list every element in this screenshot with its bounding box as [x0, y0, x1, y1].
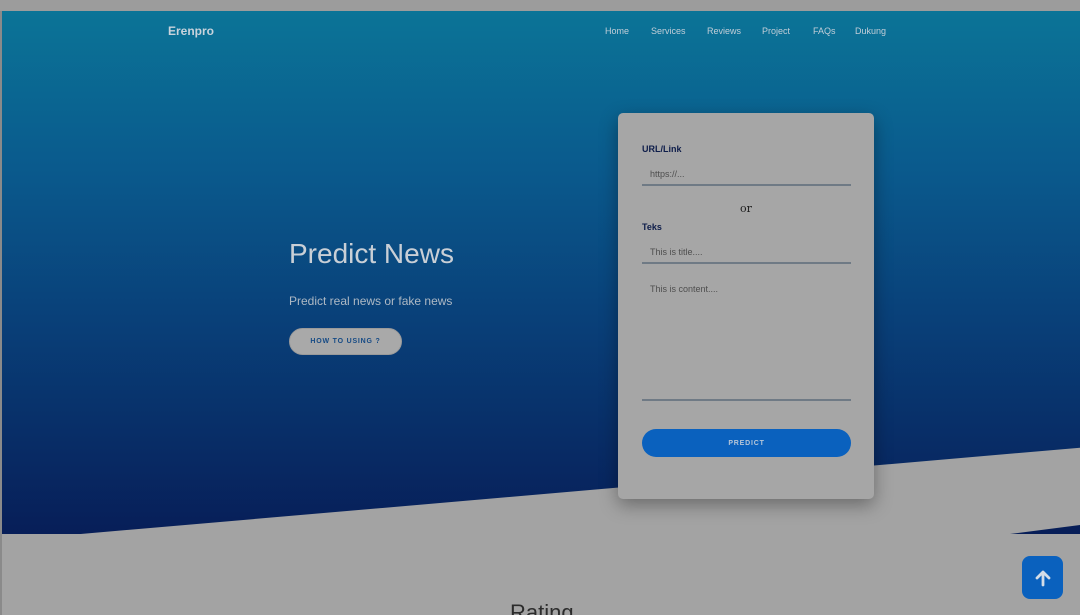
- page-left-border: [0, 11, 2, 615]
- rating-heading: Rating: [510, 600, 574, 615]
- how-to-use-button[interactable]: HOW TO USING ?: [289, 328, 402, 355]
- nav-link-reviews[interactable]: Reviews: [707, 26, 741, 36]
- nav-link-faqs[interactable]: FAQs: [813, 26, 836, 36]
- predict-form-card: URL/Link or Teks PREDICT: [618, 113, 874, 499]
- title-input[interactable]: [642, 242, 851, 264]
- scroll-to-top-button[interactable]: [1022, 556, 1063, 599]
- or-separator: or: [740, 202, 752, 215]
- nav-link-dukung[interactable]: Dukung: [855, 26, 886, 36]
- content-textarea[interactable]: [642, 278, 851, 401]
- main-nav: Home Services Reviews Project FAQs Dukun…: [0, 26, 1080, 38]
- hero-title: Predict News: [289, 238, 454, 269]
- page: Erenpro Home Services Reviews Project FA…: [0, 0, 1080, 615]
- nav-link-services[interactable]: Services: [651, 26, 686, 36]
- url-input[interactable]: [642, 164, 851, 186]
- browser-top-strip: [0, 0, 1080, 12]
- url-label: URL/Link: [642, 144, 682, 154]
- hero-subtitle: Predict real news or fake news: [289, 294, 453, 308]
- nav-link-project[interactable]: Project: [762, 26, 790, 36]
- arrow-up-icon: [1035, 570, 1050, 586]
- nav-link-home[interactable]: Home: [605, 26, 629, 36]
- hero-wave-tail: [1010, 525, 1080, 534]
- predict-button[interactable]: PREDICT: [642, 429, 851, 457]
- hero-background: [2, 11, 1080, 534]
- text-label: Teks: [642, 222, 662, 232]
